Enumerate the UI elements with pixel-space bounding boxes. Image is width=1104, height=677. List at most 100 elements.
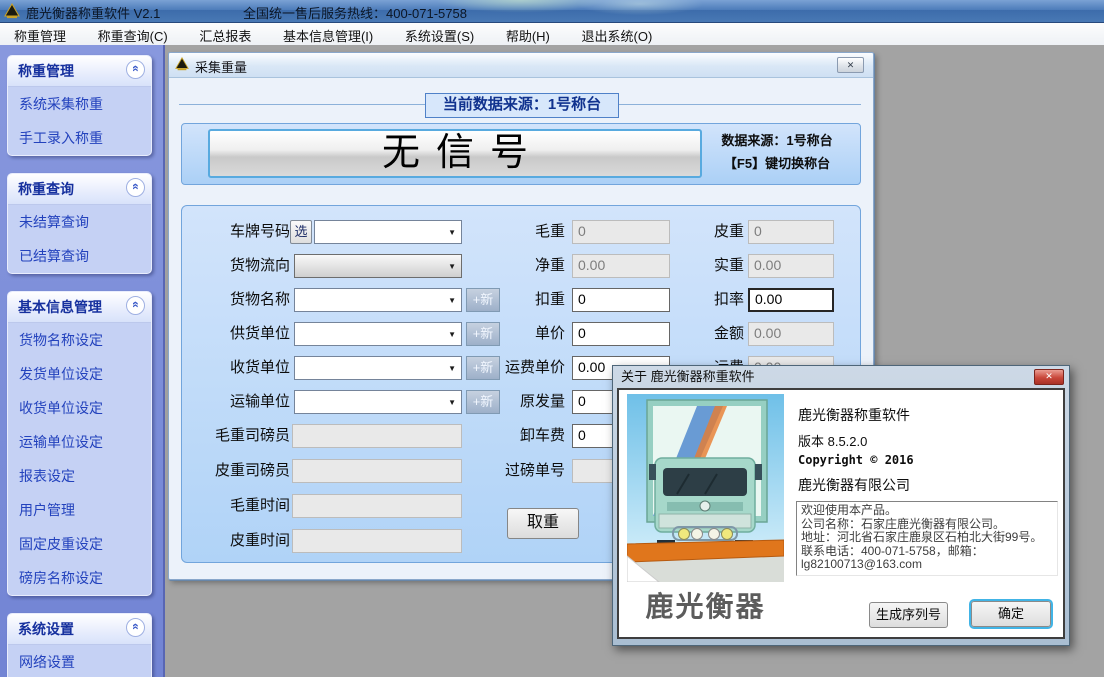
sidebar-header-label: 系统设置 [18, 621, 74, 637]
sidebar-header-label: 称重查询 [18, 181, 74, 197]
sidebar-item-system-weigh[interactable]: 系统采集称重 [8, 87, 151, 121]
actual-weight-field: 0.00 [748, 254, 834, 278]
about-dialog-titlebar[interactable]: 关于 鹿光衡器称重软件 ✕ [617, 366, 1065, 388]
sidebar-section-weigh-manage: 称重管理 « 系统采集称重 手工录入称重 [7, 55, 152, 156]
collapse-icon[interactable]: « [126, 60, 145, 79]
data-source-banner: 当前数据来源：1号称台 [425, 93, 619, 118]
menu-help[interactable]: 帮助(H) [492, 23, 564, 45]
receiver-label: 收货单位 [190, 356, 290, 380]
brand-caption: 鹿光衡器 [627, 582, 784, 634]
sidebar-header-basic-info[interactable]: 基本信息管理 « [8, 292, 151, 323]
generate-serial-button[interactable]: 生成序列号 [869, 602, 948, 628]
unit-price-label: 单价 [475, 322, 565, 346]
app-titlebar[interactable]: 鹿光衡器称重软件 V2.1 全国统一售后服务热线：400-071-5758 [0, 0, 1104, 23]
goods-flow-label: 货物流向 [190, 254, 290, 278]
chevron-down-icon: ▼ [448, 229, 456, 237]
sidebar-item-network-settings[interactable]: 网络设置 [8, 645, 151, 677]
application: 鹿光衡器称重软件 V2.1 全国统一售后服务热线：400-071-5758 称重… [0, 0, 1104, 677]
goods-name-combo[interactable]: ▼ [294, 288, 462, 312]
unload-fee-label: 卸车费 [475, 424, 565, 448]
menu-basic-info[interactable]: 基本信息管理(I) [269, 23, 387, 45]
sidebar-header-weigh-manage[interactable]: 称重管理 « [8, 56, 151, 87]
sidebar-header-system-settings[interactable]: 系统设置 « [8, 614, 151, 645]
chevron-down-icon: ▼ [448, 331, 456, 339]
sidebar-item-report-setting[interactable]: 报表设定 [8, 459, 151, 493]
take-weight-button[interactable]: 取重 [507, 508, 579, 539]
weight-source-line1: 数据来源：1号称台 [700, 129, 854, 152]
collapse-icon[interactable]: « [126, 178, 145, 197]
receiver-combo[interactable]: ▼ [294, 356, 462, 380]
sidebar-item-unsettled-query[interactable]: 未结算查询 [8, 205, 151, 239]
gross-time-field [292, 494, 462, 518]
weight-panel: 无信号 数据来源：1号称台 【F5】键切换称台 [181, 123, 861, 185]
sidebar-section-basic-info: 基本信息管理 « 货物名称设定 发货单位设定 收货单位设定 运输单位设定 报表设… [7, 291, 152, 596]
deduct-weight-label: 扣重 [475, 288, 565, 312]
actual-weight-label: 实重 [672, 254, 744, 278]
plate-select-button[interactable]: 选 [290, 220, 312, 244]
sidebar-section-system-settings: 系统设置 « 网络设置 串口设置 [7, 613, 152, 677]
menu-exit[interactable]: 退出系统(O) [568, 23, 667, 45]
supplier-combo[interactable]: ▼ [294, 322, 462, 346]
sidebar-header-weigh-query[interactable]: 称重查询 « [8, 174, 151, 205]
gross-operator-field [292, 424, 462, 448]
hotline-text: 全国统一售后服务热线：400-071-5758 [243, 3, 467, 22]
window-close-icon[interactable]: ✕ [837, 57, 864, 73]
product-image: 鹿光衡器 [627, 394, 784, 634]
net-weight-field: 0.00 [572, 254, 670, 278]
sidebar-item-scale-house-name[interactable]: 磅房名称设定 [8, 561, 151, 595]
goods-flow-combo[interactable]: ▼ [294, 254, 462, 278]
sidebar-section-weigh-query: 称重查询 « 未结算查询 已结算查询 [7, 173, 152, 274]
menu-weigh-manage[interactable]: 称重管理 [0, 23, 80, 45]
weight-display: 无信号 [208, 129, 702, 178]
gross-time-label: 毛重时间 [190, 494, 290, 518]
tare-time-label: 皮重时间 [190, 529, 290, 553]
sidebar-item-manual-weigh[interactable]: 手工录入称重 [8, 121, 151, 155]
company-info-box[interactable]: 欢迎使用本产品。 公司名称：石家庄鹿光衡器有限公司。 地址：河北省石家庄鹿泉区石… [796, 501, 1058, 576]
window-title: 采集重量 [195, 57, 247, 76]
menu-system-settings[interactable]: 系统设置(S) [391, 23, 488, 45]
copyright-text: Copyright © 2016 [798, 453, 914, 467]
sidebar-item-sender-unit[interactable]: 发货单位设定 [8, 357, 151, 391]
about-dialog-content: 鹿光衡器 鹿光衡器称重软件 版本 8.5.2.0 Copyright © 201… [617, 388, 1065, 639]
gross-weight-label: 毛重 [475, 220, 565, 244]
ok-button[interactable]: 确定 [971, 601, 1051, 627]
deduct-weight-input[interactable]: 0 [572, 288, 670, 312]
supplier-label: 供货单位 [190, 322, 290, 346]
sidebar-item-receiver-unit[interactable]: 收货单位设定 [8, 391, 151, 425]
dialog-close-icon[interactable]: ✕ [1034, 369, 1064, 385]
plate-number-label: 车牌号码 [190, 220, 290, 244]
sidebar-item-transport-unit[interactable]: 运输单位设定 [8, 425, 151, 459]
sidebar-item-fixed-tare[interactable]: 固定皮重设定 [8, 527, 151, 561]
menu-weigh-query[interactable]: 称重查询(C) [84, 23, 182, 45]
company-name: 鹿光衡器有限公司 [798, 475, 910, 495]
sidebar: 称重管理 « 系统采集称重 手工录入称重 称重查询 « 未结算查询 已结算查询 … [0, 45, 165, 677]
transporter-combo[interactable]: ▼ [294, 390, 462, 414]
tare-weight-field: 0 [748, 220, 834, 244]
tare-operator-field [292, 459, 462, 483]
sidebar-item-user-manage[interactable]: 用户管理 [8, 493, 151, 527]
collapse-icon[interactable]: « [126, 618, 145, 637]
window-logo-icon [175, 57, 189, 71]
about-dialog-title: 关于 鹿光衡器称重软件 [621, 369, 755, 384]
plate-number-combo[interactable]: ▼ [314, 220, 462, 244]
amount-field: 0.00 [748, 322, 834, 346]
sidebar-item-settled-query[interactable]: 已结算查询 [8, 239, 151, 273]
collect-weight-titlebar[interactable]: 采集重量 ✕ [169, 53, 873, 78]
product-name: 鹿光衡器称重软件 [798, 405, 910, 425]
chevron-down-icon: ▼ [448, 399, 456, 407]
transporter-label: 运输单位 [190, 390, 290, 414]
tare-operator-label: 皮重司磅员 [190, 459, 290, 483]
deduct-rate-input[interactable]: 0.00 [748, 288, 834, 312]
sidebar-header-label: 称重管理 [18, 63, 74, 79]
tare-weight-label: 皮重 [672, 220, 744, 244]
amount-label: 金额 [672, 322, 744, 346]
collapse-icon[interactable]: « [126, 296, 145, 315]
unit-price-input[interactable]: 0 [572, 322, 670, 346]
weight-source-info: 数据来源：1号称台 【F5】键切换称台 [700, 129, 854, 175]
sidebar-item-goods-name[interactable]: 货物名称设定 [8, 323, 151, 357]
menu-summary-report[interactable]: 汇总报表 [185, 23, 265, 45]
chevron-down-icon: ▼ [448, 365, 456, 373]
original-qty-label: 原发量 [475, 390, 565, 414]
deduct-rate-label: 扣率 [672, 288, 744, 312]
chevron-down-icon: ▼ [448, 263, 456, 271]
